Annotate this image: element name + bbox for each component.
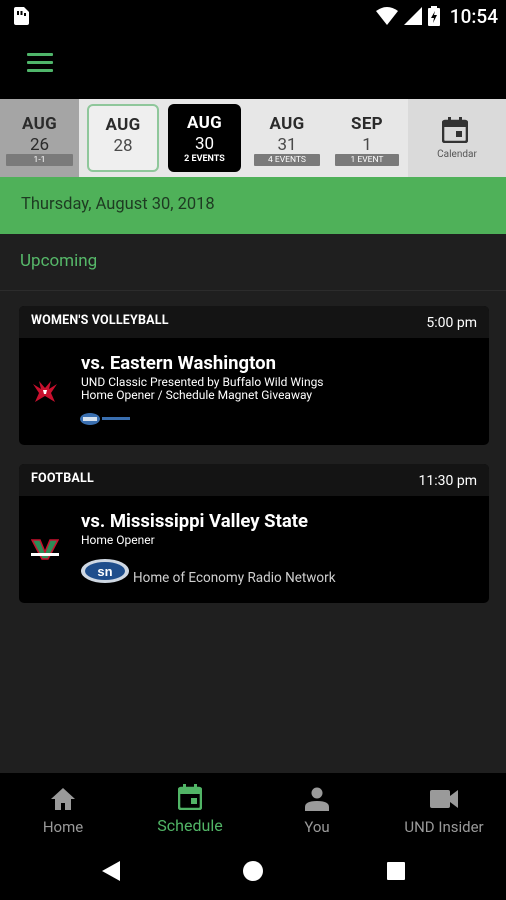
person-icon xyxy=(305,787,329,811)
date-day: 28 xyxy=(113,136,133,156)
wifi-icon xyxy=(375,7,398,25)
tab-label: UND Insider xyxy=(404,818,484,836)
event-note: Home Opener xyxy=(81,533,155,547)
cell-signal-icon xyxy=(403,7,422,25)
radio-network-text: Home of Economy Radio Network xyxy=(133,570,336,586)
video-icon xyxy=(430,790,458,808)
app-bar xyxy=(0,32,506,99)
event-card-header: FOOTBALL 11:30 pm xyxy=(19,464,489,496)
divider xyxy=(0,290,506,291)
recents-icon[interactable] xyxy=(387,862,405,880)
date-strip: AUG 26 1-1 AUG 28 AUG 30 2 EVENTS AUG 31… xyxy=(0,99,506,177)
date-aug-28[interactable]: AUG 28 xyxy=(87,104,159,172)
home-nav-icon[interactable] xyxy=(242,860,264,882)
date-sep-1[interactable]: SEP 1 1 EVENT xyxy=(329,99,405,177)
home-icon xyxy=(51,788,75,810)
tab-label: Schedule xyxy=(157,816,223,835)
event-card-football[interactable]: FOOTBALL 11:30 pm vs. Mississippi Valley… xyxy=(19,464,489,603)
event-count-badge: 1 EVENT xyxy=(335,154,399,166)
event-sport: WOMEN'S VOLLEYBALL xyxy=(31,313,169,328)
tab-home[interactable]: Home xyxy=(0,773,126,842)
event-opponent: vs. Mississippi Valley State xyxy=(81,510,308,532)
status-bar: 10:54 xyxy=(0,0,506,32)
bottom-tab-bar: Home Schedule You UND Insider xyxy=(0,773,506,842)
calendar-icon xyxy=(178,784,202,810)
calendar-button[interactable]: Calendar xyxy=(408,99,506,177)
date-day: 30 xyxy=(194,134,215,154)
date-day: 31 xyxy=(277,135,297,155)
tab-und-insider[interactable]: UND Insider xyxy=(381,773,506,842)
event-note: Home Opener / Schedule Magnet Giveaway xyxy=(81,388,313,402)
date-month: AUG xyxy=(22,114,57,134)
eastern-washington-logo-icon xyxy=(33,381,57,402)
date-result-badge: 1-1 xyxy=(6,154,73,166)
selected-date-header: Thursday, August 30, 2018 xyxy=(0,177,506,234)
section-upcoming: Upcoming xyxy=(20,251,98,271)
date-month: AUG xyxy=(269,114,305,134)
date-day: 26 xyxy=(29,135,50,155)
sports-network-logo-icon: sn xyxy=(81,559,129,583)
date-aug-30-selected[interactable]: AUG 30 2 EVENTS xyxy=(168,104,241,172)
calendar-icon xyxy=(442,117,468,143)
event-opponent: vs. Eastern Washington xyxy=(81,352,276,374)
tab-schedule[interactable]: Schedule xyxy=(127,773,253,842)
mississippi-valley-state-logo-icon xyxy=(31,539,59,560)
date-month: AUG xyxy=(187,113,222,133)
tab-label: Home xyxy=(42,818,84,836)
sim-card-icon xyxy=(14,7,29,25)
fox-sports-north-logo-icon xyxy=(80,413,130,425)
tab-you[interactable]: You xyxy=(254,773,380,842)
date-aug-31[interactable]: AUG 31 4 EVENTS xyxy=(248,99,326,177)
back-icon[interactable] xyxy=(102,861,120,881)
system-nav-bar xyxy=(0,842,506,900)
event-time: 5:00 pm xyxy=(426,315,477,331)
event-time: 11:30 pm xyxy=(418,473,477,489)
battery-icon xyxy=(427,6,440,26)
event-sport: FOOTBALL xyxy=(31,471,94,486)
date-month: AUG xyxy=(105,115,141,135)
event-card-header: WOMEN'S VOLLEYBALL 5:00 pm xyxy=(19,306,489,338)
svg-text:sn: sn xyxy=(97,564,112,579)
tab-label: You xyxy=(304,818,330,836)
menu-icon[interactable] xyxy=(27,53,53,75)
selected-date-text: Thursday, August 30, 2018 xyxy=(21,195,215,214)
event-count-badge: 2 EVENTS xyxy=(184,154,225,164)
date-month: SEP xyxy=(351,114,383,134)
clock: 10:54 xyxy=(449,4,498,28)
date-aug-26[interactable]: AUG 26 1-1 xyxy=(0,99,79,177)
event-card-volleyball[interactable]: WOMEN'S VOLLEYBALL 5:00 pm vs. Eastern W… xyxy=(19,306,489,445)
date-day: 1 xyxy=(362,135,372,155)
calendar-label: Calendar xyxy=(437,149,477,160)
event-count-badge: 4 EVENTS xyxy=(254,154,320,166)
